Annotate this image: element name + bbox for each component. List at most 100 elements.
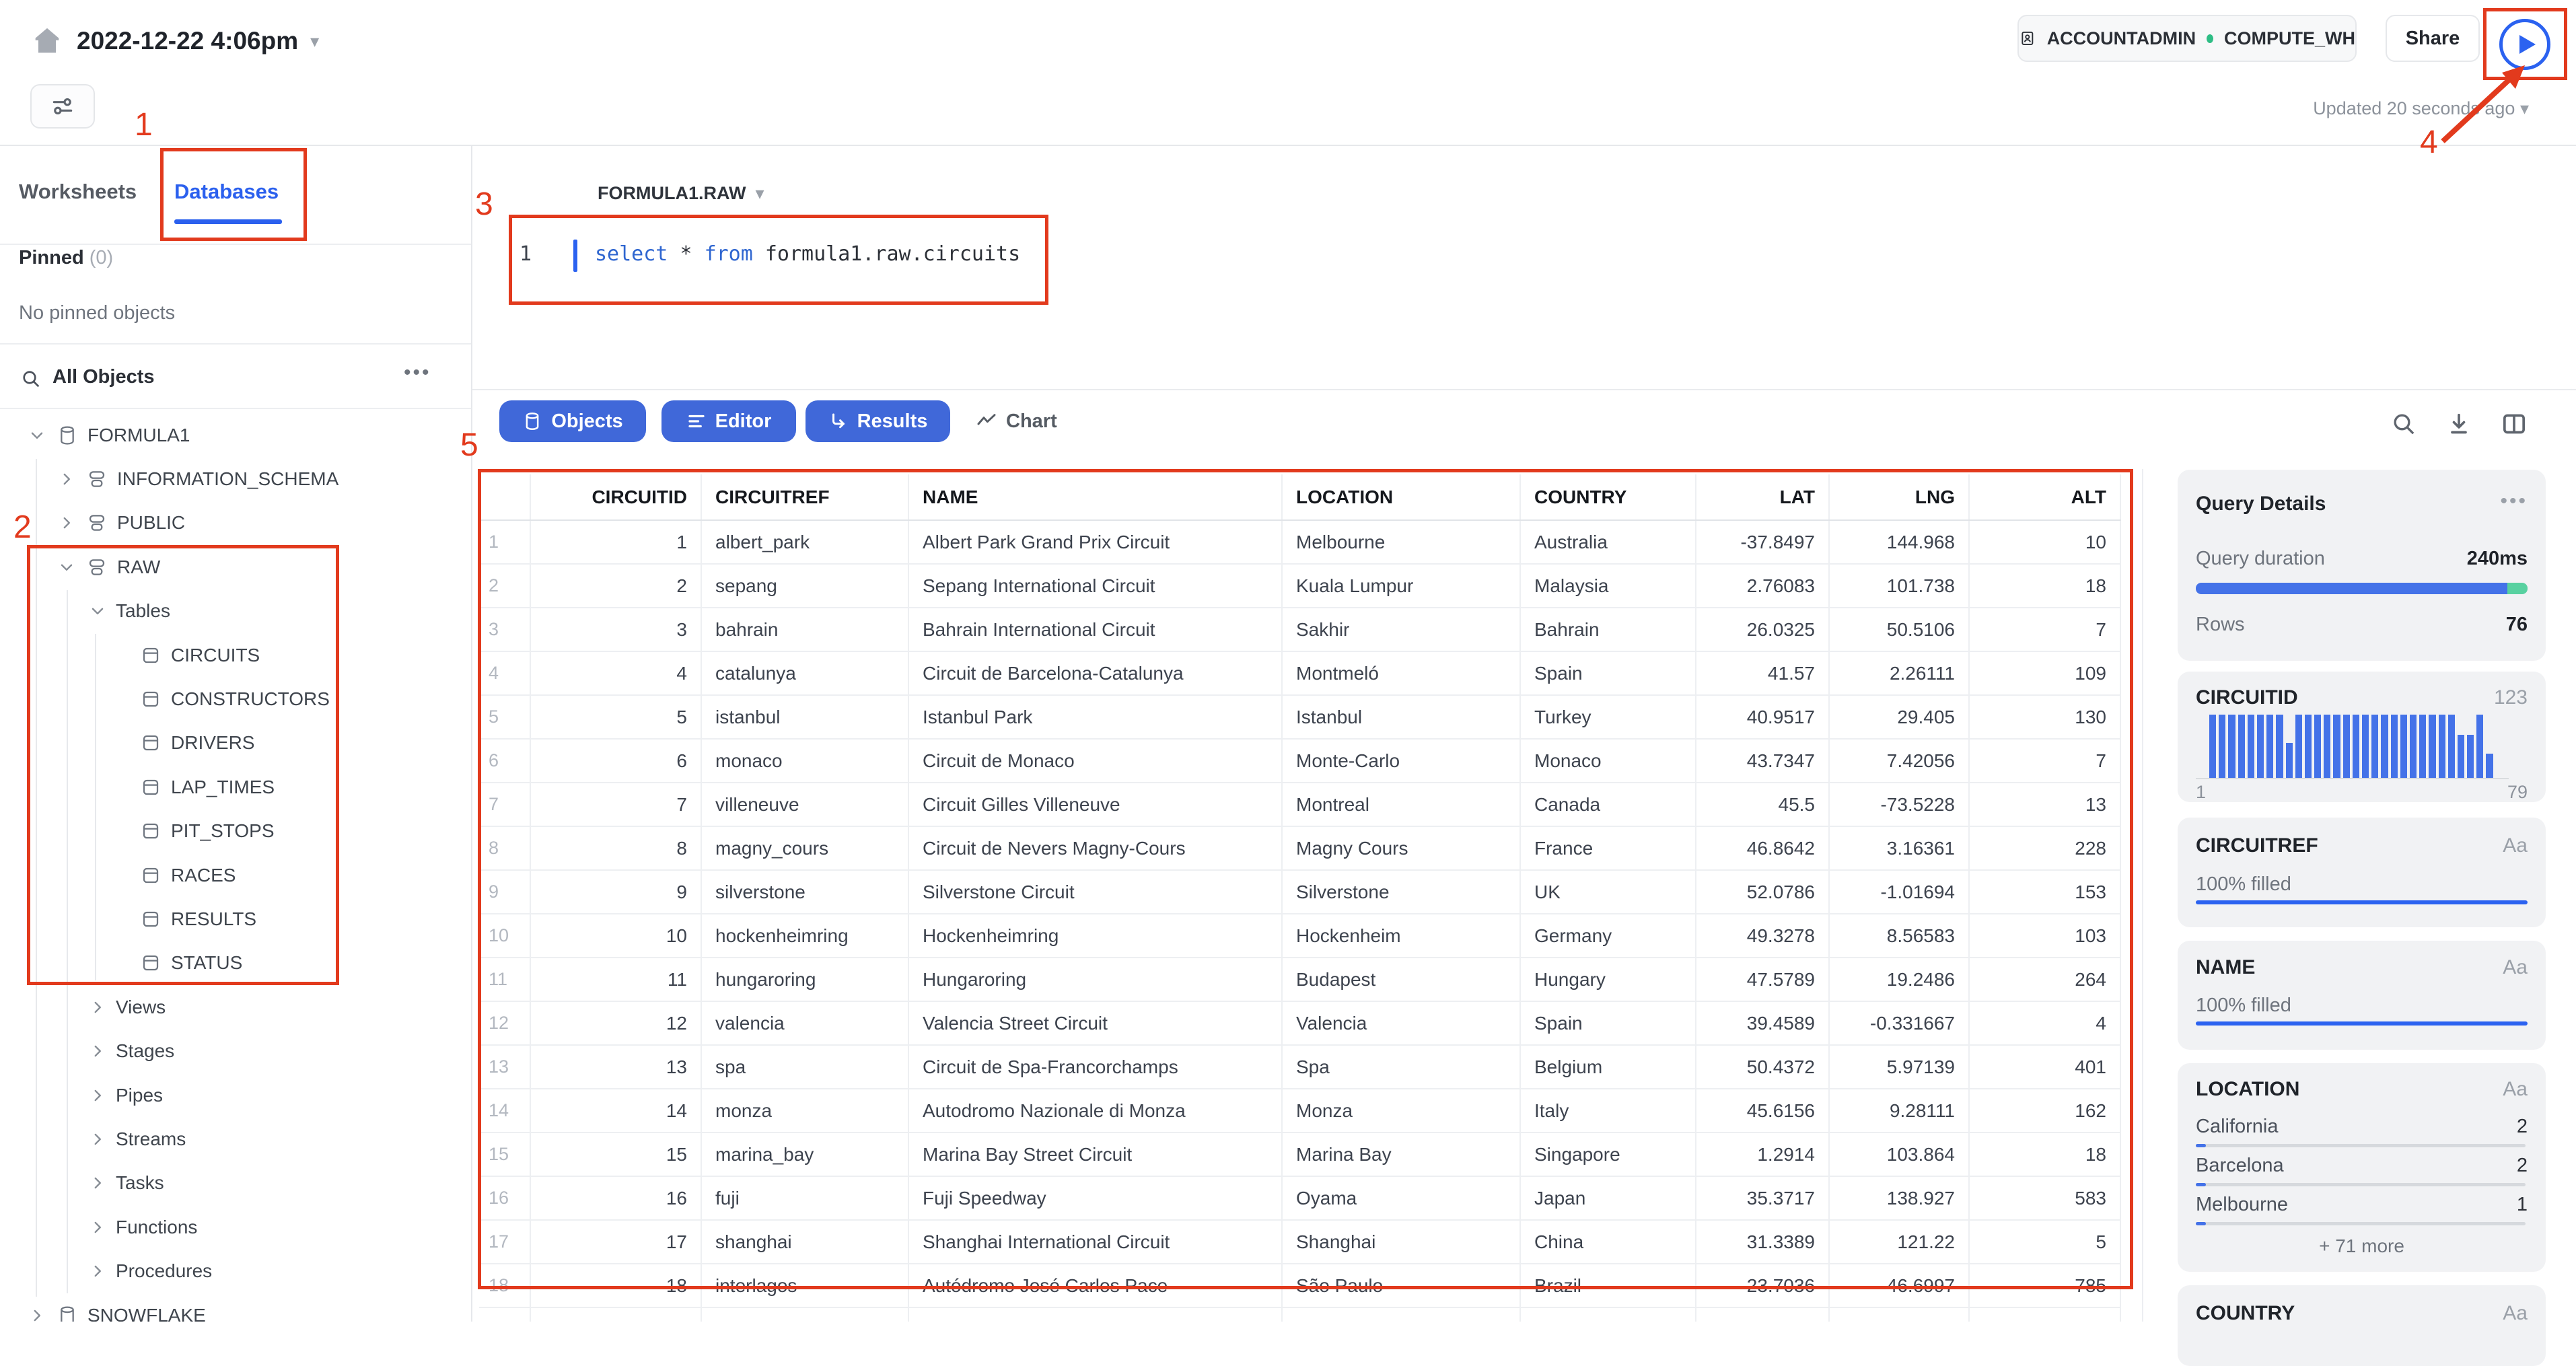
more-options-icon[interactable]: ••• bbox=[404, 361, 431, 384]
tab-results[interactable]: Results bbox=[806, 400, 950, 442]
sidebar-item-stages[interactable]: Stages bbox=[0, 1029, 471, 1073]
tab-editor[interactable]: Editor bbox=[661, 400, 796, 442]
tree-item-label: Views bbox=[116, 996, 166, 1017]
search-results-button[interactable] bbox=[2389, 409, 2419, 439]
sidebar-item-pipes[interactable]: Pipes bbox=[0, 1073, 471, 1117]
histogram-bar bbox=[2219, 715, 2226, 778]
histogram-bar bbox=[2371, 715, 2379, 778]
pinned-section-header: Pinned (0) bbox=[19, 247, 114, 268]
chevron-right-icon[interactable] bbox=[87, 1087, 108, 1104]
country-stats-card[interactable]: COUNTRY Aa bbox=[2178, 1285, 2546, 1366]
annotation-box-1 bbox=[160, 148, 307, 241]
table-cell-lat: 39.795 bbox=[1696, 1308, 1830, 1322]
histogram-bar bbox=[2324, 715, 2331, 778]
sidebar-item-procedures[interactable]: Procedures bbox=[0, 1249, 471, 1293]
histogram-bar bbox=[2333, 715, 2340, 778]
toggle-panel-button[interactable] bbox=[2499, 409, 2529, 439]
tree-item-label: PUBLIC bbox=[117, 512, 186, 534]
tab-objects[interactable]: Objects bbox=[499, 400, 646, 442]
chevron-right-icon[interactable] bbox=[87, 1174, 108, 1192]
search-icon bbox=[2394, 414, 2414, 435]
stat-bar bbox=[2196, 1222, 2526, 1225]
name-stats-card[interactable]: NAME Aa 100% filled bbox=[2178, 941, 2546, 1050]
sidebar-item-public[interactable]: PUBLIC bbox=[0, 501, 471, 545]
worksheet-header: 2022-12-22 4:06pm ▾ bbox=[30, 20, 319, 62]
field-title: LOCATION bbox=[2196, 1078, 2300, 1100]
chevron-right-icon[interactable] bbox=[87, 999, 108, 1016]
sidebar-item-streams[interactable]: Streams bbox=[0, 1117, 471, 1161]
worksheet-context-tab[interactable]: FORMULA1.RAW ▾ bbox=[598, 183, 764, 204]
chevron-right-icon[interactable] bbox=[87, 1262, 108, 1280]
table-cell-country: USA bbox=[1521, 1308, 1696, 1322]
duration-bar-execution bbox=[2196, 583, 2508, 594]
chevron-right-icon[interactable] bbox=[27, 1307, 47, 1322]
field-title: CIRCUITID bbox=[2196, 686, 2298, 709]
sidebar-item-information_schema[interactable]: INFORMATION_SCHEMA bbox=[0, 457, 471, 501]
badge-icon bbox=[2022, 31, 2034, 46]
chevron-right-icon[interactable] bbox=[87, 1042, 108, 1060]
histogram-bar bbox=[2304, 715, 2312, 778]
sidebar-item-formula1[interactable]: FORMULA1 bbox=[0, 413, 471, 457]
histogram-bar bbox=[2409, 715, 2417, 778]
histogram-bar bbox=[2447, 715, 2455, 778]
sidebar-item-tasks[interactable]: Tasks bbox=[0, 1161, 471, 1205]
tree-item-label: FORMULA1 bbox=[87, 424, 190, 445]
more-options-icon[interactable]: ••• bbox=[2500, 490, 2528, 513]
rows-label: Rows bbox=[2196, 614, 2245, 635]
sidebar-item-functions[interactable]: Functions bbox=[0, 1205, 471, 1249]
context-selector[interactable]: ACCOUNTADMIN COMPUTE_WH bbox=[2017, 15, 2357, 62]
histogram-bar bbox=[2486, 754, 2493, 778]
histogram-bar bbox=[2342, 715, 2350, 778]
tab-chart[interactable]: Chart bbox=[976, 400, 1057, 442]
location-stats-card[interactable]: LOCATION Aa California 2 Barcelona 2 Mel… bbox=[2178, 1063, 2546, 1272]
show-more-link[interactable]: + 71 more bbox=[2178, 1235, 2546, 1257]
annotation-box-2 bbox=[27, 545, 339, 985]
filled-label: 100% filled bbox=[2196, 873, 2291, 895]
chevron-right-icon[interactable] bbox=[87, 1130, 108, 1148]
worksheet-title[interactable]: 2022-12-22 4:06pm bbox=[77, 27, 298, 55]
chevron-down-icon[interactable]: ▾ bbox=[310, 31, 319, 52]
circuitid-stats-card[interactable]: CIRCUITID 123 1 79 bbox=[2178, 672, 2546, 802]
table-cell-lng: -86.2347 bbox=[1830, 1308, 1970, 1322]
histogram-baseline bbox=[2196, 778, 2509, 779]
table-cell-loc: Indianapolis bbox=[1283, 1308, 1521, 1322]
chevron-right-icon[interactable] bbox=[57, 514, 77, 532]
circuitref-stats-card[interactable]: CIRCUITREF Aa 100% filled bbox=[2178, 818, 2546, 927]
annotation-box-3 bbox=[509, 215, 1048, 305]
filled-bar bbox=[2196, 1021, 2528, 1026]
histogram-bar bbox=[2429, 715, 2436, 778]
histogram-bar bbox=[2390, 715, 2398, 778]
chevron-down-icon[interactable] bbox=[27, 427, 47, 444]
chevron-right-icon[interactable] bbox=[87, 1219, 108, 1236]
histogram-bar bbox=[2228, 715, 2235, 778]
table-cell-n: 19 bbox=[479, 1308, 531, 1322]
sidebar-tab-worksheets[interactable]: Worksheets bbox=[19, 180, 137, 204]
table-row[interactable]: 1919indianapolisIndianapolis Motor Speed… bbox=[479, 1308, 2121, 1322]
numeric-type-icon: 123 bbox=[2493, 686, 2528, 709]
card-title: Query Details bbox=[2196, 493, 2326, 515]
histogram-bar bbox=[2238, 715, 2245, 778]
stat-count: 1 bbox=[2516, 1194, 2528, 1215]
sidebar-item-snowflake[interactable]: SNOWFLAKE bbox=[0, 1293, 471, 1322]
query-details-card: Query Details ••• Query duration 240ms R… bbox=[2178, 470, 2546, 661]
stat-label: Melbourne bbox=[2196, 1194, 2289, 1215]
tree-item-label: SNOWFLAKE bbox=[87, 1304, 206, 1322]
field-title: CIRCUITREF bbox=[2196, 834, 2318, 857]
home-icon[interactable] bbox=[30, 24, 65, 59]
search-icon bbox=[23, 371, 40, 388]
chevron-down-icon: ▾ bbox=[755, 183, 764, 203]
stat-label: Barcelona bbox=[2196, 1155, 2284, 1176]
histogram-bar bbox=[2314, 715, 2322, 778]
filters-button[interactable] bbox=[30, 84, 95, 129]
annotation-label-1: 1 bbox=[135, 107, 153, 143]
chevron-right-icon[interactable] bbox=[57, 470, 77, 488]
download-results-button[interactable] bbox=[2444, 409, 2474, 439]
object-search-row[interactable]: All Objects ••• bbox=[0, 360, 471, 398]
text-type-icon: Aa bbox=[2503, 834, 2528, 857]
sidebar-item-views[interactable]: Views bbox=[0, 985, 471, 1029]
return-arrow-icon bbox=[832, 413, 845, 429]
histogram-bar bbox=[2256, 715, 2264, 778]
histogram-bar bbox=[2467, 735, 2474, 778]
db-icon bbox=[55, 1305, 79, 1322]
tree-item-label: Pipes bbox=[116, 1084, 164, 1106]
